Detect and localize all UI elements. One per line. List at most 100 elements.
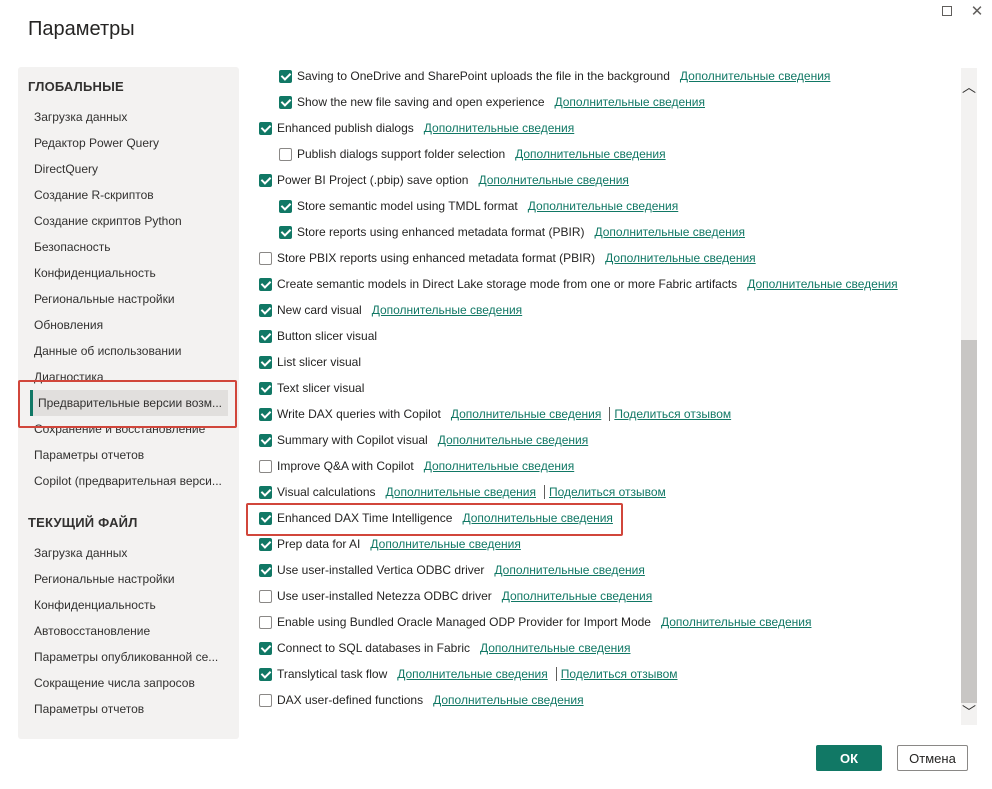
scroll-down-icon[interactable]: ﹀ — [961, 701, 977, 723]
learn-more-link[interactable]: Дополнительные сведения — [372, 303, 522, 317]
feature-label[interactable]: Translytical task flow — [277, 667, 387, 681]
checkbox-checked[interactable] — [259, 329, 272, 343]
sidebar-item-current-file[interactable]: Загрузка данных — [34, 542, 228, 564]
sidebar-item-global[interactable]: Создание R-скриптов — [34, 184, 228, 206]
feature-label[interactable]: Enhanced DAX Time Intelligence — [277, 511, 452, 525]
sidebar-item-global[interactable]: Copilot (предварительная верси... — [34, 470, 228, 492]
sidebar-item-global[interactable]: Данные об использовании — [34, 340, 228, 362]
feature-label[interactable]: Use user-installed Netezza ODBC driver — [277, 589, 492, 603]
checkbox-checked[interactable] — [259, 641, 272, 655]
checkbox-checked[interactable] — [279, 69, 292, 83]
sidebar-item-global[interactable]: Параметры отчетов — [34, 444, 228, 466]
feature-label[interactable]: Store reports using enhanced metadata fo… — [297, 225, 584, 239]
sidebar-item-global[interactable]: Предварительные версии возм... — [30, 390, 228, 416]
feature-label[interactable]: Store PBIX reports using enhanced metada… — [277, 251, 595, 265]
checkbox-checked[interactable] — [259, 173, 272, 187]
checkbox-checked[interactable] — [259, 537, 272, 551]
feature-label[interactable]: Visual calculations — [277, 485, 376, 499]
sidebar-item-current-file[interactable]: Параметры отчетов — [34, 698, 228, 720]
learn-more-link[interactable]: Дополнительные сведения — [433, 693, 583, 707]
checkbox-checked[interactable] — [279, 225, 292, 239]
checkbox-checked[interactable] — [259, 511, 272, 525]
checkbox-unchecked[interactable] — [259, 589, 272, 603]
feature-label[interactable]: Write DAX queries with Copilot — [277, 407, 441, 421]
sidebar-item-global[interactable]: Сохранение и восстановление — [34, 418, 228, 440]
feature-label[interactable]: Prep data for AI — [277, 537, 360, 551]
checkbox-checked[interactable] — [259, 355, 272, 369]
sidebar-item-global[interactable]: DirectQuery — [34, 158, 228, 180]
learn-more-link[interactable]: Дополнительные сведения — [397, 667, 547, 681]
checkbox-checked[interactable] — [259, 277, 272, 291]
sidebar-item-global[interactable]: Загрузка данных — [34, 106, 228, 128]
learn-more-link[interactable]: Дополнительные сведения — [594, 225, 744, 239]
checkbox-unchecked[interactable] — [259, 615, 272, 629]
checkbox-checked[interactable] — [259, 303, 272, 317]
learn-more-link[interactable]: Дополнительные сведения — [747, 277, 897, 291]
learn-more-link[interactable]: Дополнительные сведения — [661, 615, 811, 629]
sidebar-item-global[interactable]: Безопасность — [34, 236, 228, 258]
feature-label[interactable]: Connect to SQL databases in Fabric — [277, 641, 470, 655]
feature-label[interactable]: Saving to OneDrive and SharePoint upload… — [297, 69, 670, 83]
learn-more-link[interactable]: Дополнительные сведения — [462, 511, 612, 525]
feature-label[interactable]: Text slicer visual — [277, 381, 364, 395]
learn-more-link[interactable]: Дополнительные сведения — [555, 95, 705, 109]
sidebar-item-current-file[interactable]: Сокращение числа запросов — [34, 672, 228, 694]
checkbox-checked[interactable] — [259, 381, 272, 395]
learn-more-link[interactable]: Дополнительные сведения — [605, 251, 755, 265]
checkbox-unchecked[interactable] — [259, 693, 272, 707]
feedback-link[interactable]: Поделиться отзывом — [614, 407, 731, 421]
checkbox-checked[interactable] — [259, 121, 272, 135]
checkbox-unchecked[interactable] — [259, 459, 272, 473]
learn-more-link[interactable]: Дополнительные сведения — [480, 641, 630, 655]
sidebar-item-global[interactable]: Обновления — [34, 314, 228, 336]
learn-more-link[interactable]: Дополнительные сведения — [438, 433, 588, 447]
feature-label[interactable]: Enhanced publish dialogs — [277, 121, 414, 135]
checkbox-checked[interactable] — [259, 667, 272, 681]
checkbox-checked[interactable] — [259, 563, 272, 577]
sidebar-item-global[interactable]: Конфиденциальность — [34, 262, 228, 284]
feature-label[interactable]: List slicer visual — [277, 355, 361, 369]
checkbox-unchecked[interactable] — [279, 147, 292, 161]
learn-more-link[interactable]: Дополнительные сведения — [494, 563, 644, 577]
feature-label[interactable]: Store semantic model using TMDL format — [297, 199, 518, 213]
feature-label[interactable]: Publish dialogs support folder selection — [297, 147, 505, 161]
checkbox-checked[interactable] — [259, 407, 272, 421]
sidebar-item-global[interactable]: Диагностика — [34, 366, 228, 388]
maximize-button[interactable] — [932, 0, 962, 22]
sidebar-item-global[interactable]: Региональные настройки — [34, 288, 228, 310]
learn-more-link[interactable]: Дополнительные сведения — [451, 407, 601, 421]
feature-label[interactable]: Use user-installed Vertica ODBC driver — [277, 563, 484, 577]
feature-label[interactable]: Enable using Bundled Oracle Managed ODP … — [277, 615, 651, 629]
learn-more-link[interactable]: Дополнительные сведения — [680, 69, 830, 83]
checkbox-checked[interactable] — [259, 433, 272, 447]
close-button[interactable]: ✕ — [962, 0, 992, 22]
vertical-scrollbar[interactable]: ︿ ﹀ — [961, 68, 977, 725]
learn-more-link[interactable]: Дополнительные сведения — [515, 147, 665, 161]
sidebar-item-current-file[interactable]: Параметры опубликованной се... — [34, 646, 228, 668]
learn-more-link[interactable]: Дополнительные сведения — [502, 589, 652, 603]
sidebar-item-global[interactable]: Редактор Power Query — [34, 132, 228, 154]
sidebar-item-current-file[interactable]: Конфиденциальность — [34, 594, 228, 616]
ok-button[interactable]: ОК — [816, 745, 882, 771]
scroll-thumb[interactable] — [961, 340, 977, 703]
sidebar-item-current-file[interactable]: Автовосстановление — [34, 620, 228, 642]
learn-more-link[interactable]: Дополнительные сведения — [528, 199, 678, 213]
learn-more-link[interactable]: Дополнительные сведения — [370, 537, 520, 551]
checkbox-checked[interactable] — [279, 95, 292, 109]
feature-label[interactable]: Improve Q&A with Copilot — [277, 459, 414, 473]
feature-label[interactable]: Power BI Project (.pbip) save option — [277, 173, 468, 187]
learn-more-link[interactable]: Дополнительные сведения — [424, 459, 574, 473]
checkbox-checked[interactable] — [259, 485, 272, 499]
feature-label[interactable]: Show the new file saving and open experi… — [297, 95, 545, 109]
feature-label[interactable]: DAX user-defined functions — [277, 693, 423, 707]
feature-label[interactable]: Create semantic models in Direct Lake st… — [277, 277, 737, 291]
sidebar-item-current-file[interactable]: Региональные настройки — [34, 568, 228, 590]
sidebar-item-global[interactable]: Создание скриптов Python — [34, 210, 228, 232]
feedback-link[interactable]: Поделиться отзывом — [549, 485, 666, 499]
feedback-link[interactable]: Поделиться отзывом — [561, 667, 678, 681]
feature-label[interactable]: Summary with Copilot visual — [277, 433, 428, 447]
learn-more-link[interactable]: Дополнительные сведения — [424, 121, 574, 135]
checkbox-checked[interactable] — [279, 199, 292, 213]
feature-label[interactable]: New card visual — [277, 303, 362, 317]
scroll-up-icon[interactable]: ︿ — [961, 76, 977, 98]
